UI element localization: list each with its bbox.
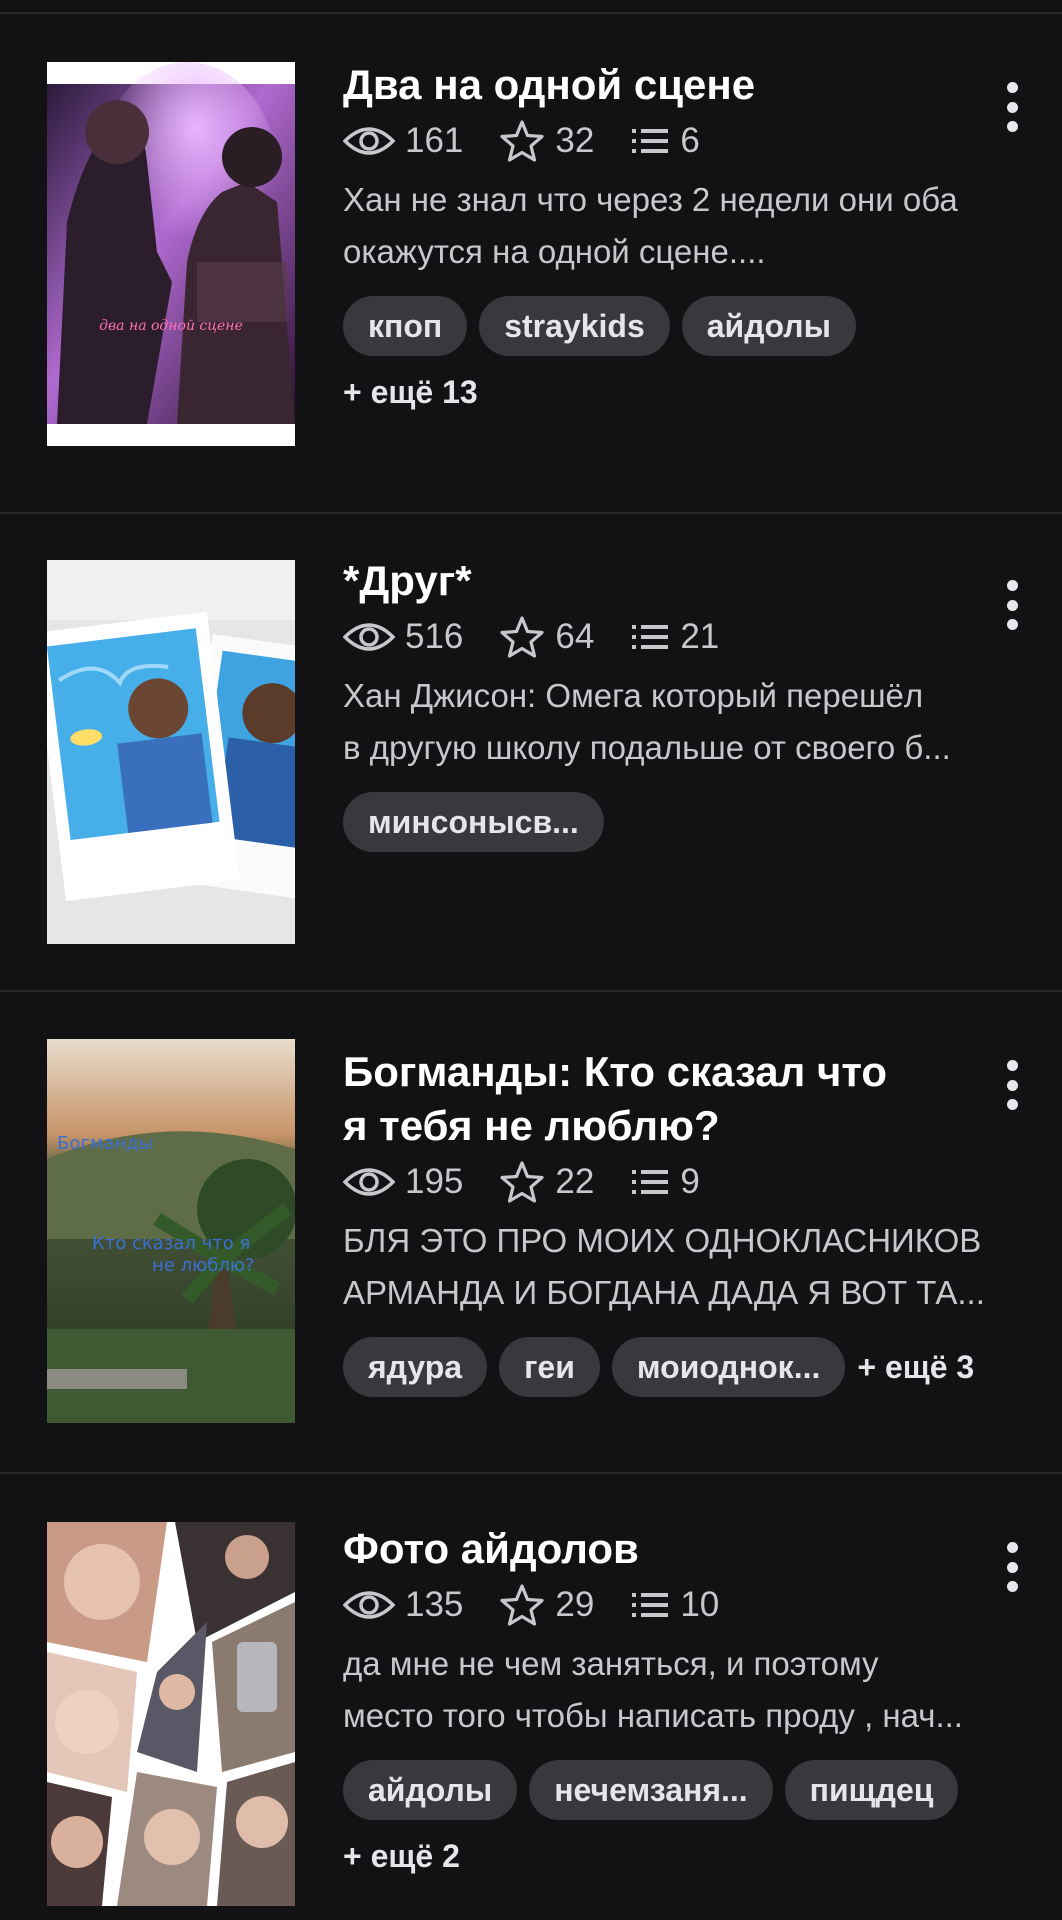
story-cover-image[interactable] xyxy=(47,560,295,944)
story-stats: 516 64 21 xyxy=(343,612,1013,662)
tag-chip[interactable]: кпоп xyxy=(343,296,468,356)
more-options-icon[interactable] xyxy=(1002,580,1022,630)
more-options-icon[interactable] xyxy=(1002,1060,1022,1110)
more-tags-link[interactable]: + ещё 3 xyxy=(857,1349,974,1386)
star-icon xyxy=(500,1584,545,1626)
description-line: Хан Джисон: Омега который перешёл xyxy=(343,677,924,714)
story-cover-image[interactable]: Богманды Кто сказал что я не люблю? xyxy=(47,1039,295,1423)
tag-chip[interactable]: геи xyxy=(499,1337,600,1397)
views-stat: 161 xyxy=(343,121,463,161)
views-count: 135 xyxy=(405,1585,464,1624)
title-line: я тебя не люблю? xyxy=(343,1102,720,1149)
star-icon xyxy=(500,616,545,658)
story-tags: айдолы нечемзаня... пищдец xyxy=(343,1760,1013,1820)
more-options-icon[interactable] xyxy=(1002,82,1022,132)
cover-caption: не люблю? xyxy=(152,1255,255,1276)
description-line: Хан не знал что через 2 недели они оба xyxy=(343,181,958,218)
tag-chip[interactable]: минсонысв... xyxy=(343,792,604,852)
story-tags: ядура геи моиоднок... + ещё 3 xyxy=(343,1337,1013,1397)
cover-art xyxy=(47,1522,295,1906)
parts-count: 6 xyxy=(680,121,700,160)
more-tags-link[interactable]: + ещё 13 xyxy=(343,374,1013,411)
tag-chip[interactable]: айдолы xyxy=(681,296,856,356)
description-line: БЛЯ ЭТО ПРО МОИХ ОДНОКЛАСНИКОВ xyxy=(343,1222,982,1259)
description-line: да мне не чем заняться, и поэтому xyxy=(343,1645,879,1682)
story-title[interactable]: *Друг* xyxy=(343,554,1013,608)
star-icon xyxy=(500,120,545,162)
views-stat: 195 xyxy=(343,1162,463,1202)
description-line: окажутся на одной сцене.... xyxy=(343,233,766,270)
tag-chip[interactable]: моиоднок... xyxy=(611,1337,846,1397)
title-line: Богманды: Кто сказал что xyxy=(343,1048,888,1095)
parts-stat: 21 xyxy=(630,617,719,657)
description-line: АРМАНДА И БОГДАНА ДАДА Я ВОТ ТА... xyxy=(343,1274,985,1311)
story-card[interactable]: Богманды Кто сказал что я не люблю? Богм… xyxy=(0,992,1062,1474)
stars-stat: 32 xyxy=(499,119,594,163)
list-icon xyxy=(632,129,669,153)
tag-chip[interactable]: ядура xyxy=(343,1337,488,1397)
story-title[interactable]: Два на одной сцене xyxy=(343,58,1013,112)
stars-count: 32 xyxy=(555,121,595,160)
story-cover-image[interactable]: два на одной сцене xyxy=(47,62,295,446)
cover-art: два на одной сцене xyxy=(47,62,295,446)
parts-stat: 9 xyxy=(630,1162,700,1202)
list-icon xyxy=(632,1170,669,1194)
story-card[interactable]: два на одной сцене Два на одной сцене 16… xyxy=(0,14,1062,514)
stars-stat: 22 xyxy=(499,1160,594,1204)
parts-count: 10 xyxy=(680,1585,720,1624)
views-count: 161 xyxy=(405,121,464,160)
story-title[interactable]: Богманды: Кто сказал что я тебя не люблю… xyxy=(343,1045,1013,1153)
views-count: 516 xyxy=(405,617,464,656)
cover-caption: Кто сказал что я xyxy=(92,1233,250,1254)
cover-caption: Богманды xyxy=(57,1133,153,1154)
story-description: да мне не чем заняться, и поэтому место … xyxy=(343,1638,1013,1742)
story-title[interactable]: Фото айдолов xyxy=(343,1522,1013,1576)
tag-chip[interactable]: нечемзаня... xyxy=(529,1760,773,1820)
story-cover-image[interactable] xyxy=(47,1522,295,1906)
parts-stat: 6 xyxy=(630,121,700,161)
stars-stat: 29 xyxy=(499,1583,594,1627)
story-stats: 135 29 10 xyxy=(343,1580,1013,1630)
eye-icon xyxy=(343,623,395,651)
cover-art xyxy=(47,560,295,944)
story-tags: кпоп straykids айдолы xyxy=(343,296,1013,356)
story-card[interactable]: *Друг* 516 64 21 Хан Джисон: Омега котор… xyxy=(0,514,1062,992)
more-options-icon[interactable] xyxy=(1002,1542,1022,1592)
list-icon xyxy=(632,1593,669,1617)
description-line: место того чтобы написать проду , нач... xyxy=(343,1697,963,1734)
eye-icon xyxy=(343,1168,395,1196)
parts-count: 21 xyxy=(680,617,720,656)
eye-icon xyxy=(343,1591,395,1619)
description-line: в другую школу подальше от своего б... xyxy=(343,729,951,766)
tag-chip[interactable]: straykids xyxy=(479,296,670,356)
story-stats: 161 32 6 xyxy=(343,116,1013,166)
stars-count: 64 xyxy=(555,617,595,656)
stars-stat: 64 xyxy=(499,615,594,659)
parts-count: 9 xyxy=(680,1162,700,1201)
story-stats: 195 22 9 xyxy=(343,1157,1013,1207)
parts-stat: 10 xyxy=(630,1585,719,1625)
story-tags: минсонысв... xyxy=(343,792,1013,852)
more-tags-link[interactable]: + ещё 2 xyxy=(343,1838,1013,1875)
story-description: Хан не знал что через 2 недели они оба о… xyxy=(343,174,1013,278)
eye-icon xyxy=(343,127,395,155)
cover-caption: два на одной сцене xyxy=(99,318,243,334)
story-description: БЛЯ ЭТО ПРО МОИХ ОДНОКЛАСНИКОВ АРМАНДА И… xyxy=(343,1215,1013,1319)
story-description: Хан Джисон: Омега который перешёл в друг… xyxy=(343,670,1013,774)
stars-count: 29 xyxy=(555,1585,595,1624)
cover-art: Богманды Кто сказал что я не люблю? xyxy=(47,1039,295,1423)
stars-count: 22 xyxy=(555,1162,595,1201)
tag-chip[interactable]: айдолы xyxy=(343,1760,518,1820)
views-count: 195 xyxy=(405,1162,464,1201)
views-stat: 516 xyxy=(343,617,463,657)
tag-chip[interactable]: пищдец xyxy=(784,1760,959,1820)
story-card[interactable]: Фото айдолов 135 29 10 да мне не чем зан… xyxy=(0,1474,1062,1920)
list-icon xyxy=(632,625,669,649)
views-stat: 135 xyxy=(343,1585,463,1625)
star-icon xyxy=(500,1161,545,1203)
